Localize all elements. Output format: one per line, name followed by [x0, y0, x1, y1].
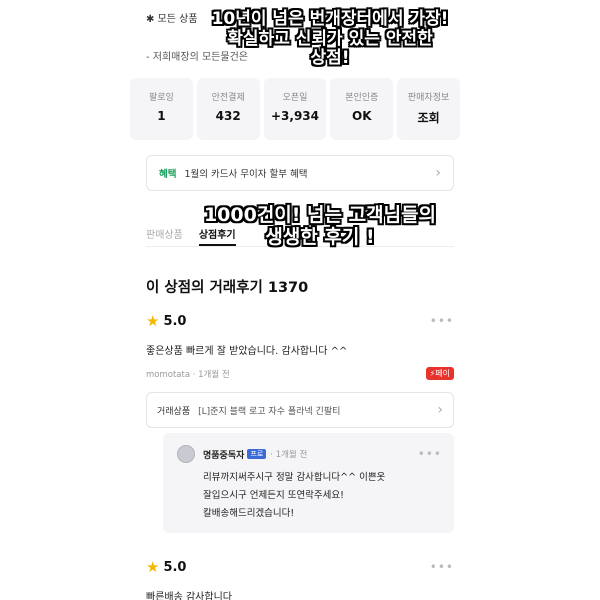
stat-label: 오픈일: [282, 93, 308, 103]
caption-line: 10년이 넘은 번개장터에서 가장!: [211, 9, 449, 29]
rating-value: 5.0: [163, 559, 187, 575]
review-item: ★ 5.0 ••• 좋은상품 빠르게 잘 받았습니다. 감사합니다 ^^ mom…: [146, 312, 454, 428]
stat-value: 조회: [417, 111, 440, 125]
reply-header: 명품중독자 프로 · 1개월 전 •••: [177, 445, 442, 463]
stat-label: 안전결제: [211, 93, 245, 103]
traded-product-link[interactable]: 거래상품 [L]준지 블랙 로고 자수 폴라넥 긴팔티 ›: [146, 392, 454, 428]
chevron-right-icon: ›: [435, 165, 441, 181]
reply-line: 리뷰까지써주시구 정말 감사합니다^^ 이쁜옷: [203, 472, 386, 483]
caption-line: 확실하고 신뢰가 있는 안전한: [227, 28, 433, 49]
more-options-icon[interactable]: •••: [418, 447, 442, 461]
reviewer-meta: momotata · 1개월 전: [146, 369, 230, 380]
reply-time: · 1개월 전: [270, 450, 308, 460]
benefit-banner[interactable]: 혜택 1월의 카드사 무이자 할부 혜택 ›: [146, 155, 454, 191]
chevron-right-icon: ›: [437, 402, 443, 418]
more-options-icon[interactable]: •••: [430, 560, 454, 574]
promo-caption-middle: 1000건이! 넘는 고객님들의 생생한 후기 !: [175, 204, 465, 249]
more-options-icon[interactable]: •••: [430, 314, 454, 328]
pro-badge: 프로: [247, 449, 267, 459]
star-icon: ★: [146, 558, 160, 576]
review-meta: momotata · 1개월 전 ⚡페이: [146, 367, 454, 380]
stat-value: 1: [157, 109, 166, 123]
stat-label: 팔로잉: [148, 93, 174, 103]
stat-verification: 본인인증 OK: [330, 78, 394, 140]
caption-line: 상점!: [310, 48, 350, 69]
rating-row: ★ 5.0 •••: [146, 312, 454, 330]
rating-value: 5.0: [163, 313, 187, 329]
stat-value: OK: [352, 109, 372, 123]
stat-safe-payment: 안전결제 432: [196, 78, 260, 140]
review-text: 좋은상품 빠르게 잘 받았습니다. 감사합니다 ^^: [146, 346, 348, 357]
shop-stats: 팔로잉 1 안전결제 432 오픈일 +3,934 본인인증 OK 판매자정보 …: [130, 78, 460, 140]
star-icon: ★: [146, 312, 160, 330]
stat-label: 판매자정보: [407, 93, 450, 103]
benefit-tag: 혜택: [159, 169, 177, 180]
avatar: [177, 445, 195, 463]
review-item: ★ 5.0 ••• 빠른배송 감사합니다: [146, 558, 454, 600]
reply-line: 칼배송해드리겠습니다!: [203, 508, 295, 519]
product-name: [L]준지 블랙 로고 자수 폴라넥 긴팔티: [198, 406, 341, 417]
review-text: 빠른배송 감사합니다: [146, 592, 232, 600]
product-label: 거래상품: [157, 406, 191, 417]
stat-value: 432: [215, 109, 241, 123]
reply-author: 명품중독자: [203, 450, 245, 461]
stat-seller-info[interactable]: 판매자정보 조회: [397, 78, 460, 140]
reply-text: 리뷰까지써주시구 정말 감사합니다^^ 이쁜옷 잘입으시구 언제든지 또연락주세…: [203, 469, 442, 523]
reply-line: 잘입으시구 언제든지 또연락주세요!: [203, 490, 344, 501]
promo-caption-top: 10년이 넘은 번개장터에서 가장! 확실하고 신뢰가 있는 안전한 상점!: [185, 9, 475, 69]
benefit-text: 1월의 카드사 무이자 할부 혜택: [184, 169, 308, 180]
shop-review-page: ✱ 모든 상품 - 저희매장의 모든물건은 팔로잉 1 안전결제 432 오픈일…: [0, 0, 600, 600]
caption-line: 생생한 후기 !: [265, 225, 375, 248]
caption-line: 1000건이! 넘는 고객님들의: [203, 204, 437, 226]
stat-value: +3,934: [270, 109, 319, 123]
stat-following[interactable]: 팔로잉 1: [130, 78, 193, 140]
section-title: 이 상점의 거래후기 1370: [146, 280, 309, 296]
stat-open-date: 오픈일 +3,934: [263, 78, 327, 140]
rating-row: ★ 5.0 •••: [146, 558, 454, 576]
stat-label: 본인인증: [345, 93, 379, 103]
pay-badge: ⚡페이: [425, 367, 454, 380]
seller-reply: 명품중독자 프로 · 1개월 전 ••• 리뷰까지써주시구 정말 감사합니다^^…: [163, 433, 454, 533]
